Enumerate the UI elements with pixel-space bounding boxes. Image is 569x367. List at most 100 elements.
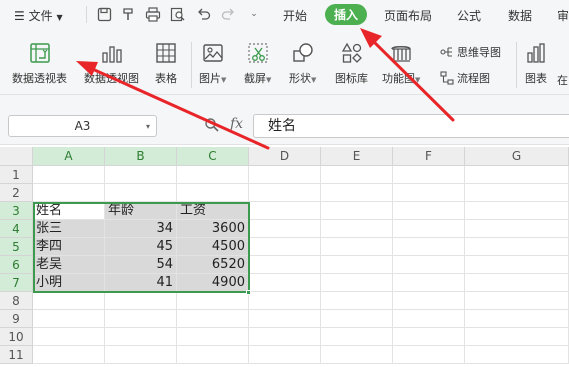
cell-g3[interactable] <box>465 202 569 220</box>
cell-c4[interactable]: 3600 <box>177 220 249 238</box>
cell-b10[interactable] <box>105 328 177 346</box>
cell-d5[interactable] <box>249 238 321 256</box>
cell-d6[interactable] <box>249 256 321 274</box>
cell-g10[interactable] <box>465 328 569 346</box>
cell-a2[interactable] <box>33 184 105 202</box>
pivot-table-button[interactable]: 数据透视表 <box>12 41 67 86</box>
cell-a8[interactable] <box>33 292 105 310</box>
more-chevron-icon[interactable]: ⌄ <box>244 4 264 24</box>
cell-b1[interactable] <box>105 166 177 184</box>
cell-a3[interactable]: 姓名 <box>33 202 105 220</box>
row-header-6[interactable]: 6 <box>0 256 33 274</box>
cell-a10[interactable] <box>33 328 105 346</box>
cell-a6[interactable]: 老吴 <box>33 256 105 274</box>
tab-insert[interactable]: 插入 <box>325 4 367 25</box>
pivot-chart-button[interactable]: 数据透视图 <box>84 41 139 86</box>
cell-g2[interactable] <box>465 184 569 202</box>
cell-e3[interactable] <box>321 202 393 220</box>
zoom-icon[interactable] <box>204 117 220 136</box>
file-menu[interactable]: ☰ 文件 ▼ <box>14 7 63 24</box>
cell-a4[interactable]: 张三 <box>33 220 105 238</box>
cell-c7[interactable]: 4900 <box>177 274 249 292</box>
cell-b11[interactable] <box>105 346 177 364</box>
cell-d10[interactable] <box>249 328 321 346</box>
column-header-g[interactable]: G <box>465 147 569 166</box>
cell-d7[interactable] <box>249 274 321 292</box>
cell-f4[interactable] <box>393 220 465 238</box>
row-header-5[interactable]: 5 <box>0 238 33 256</box>
cell-b2[interactable] <box>105 184 177 202</box>
cell-f3[interactable] <box>393 202 465 220</box>
cell-a11[interactable] <box>33 346 105 364</box>
cell-c2[interactable] <box>177 184 249 202</box>
cell-e8[interactable] <box>321 292 393 310</box>
cell-g6[interactable] <box>465 256 569 274</box>
cell-f8[interactable] <box>393 292 465 310</box>
undo-icon[interactable] <box>193 4 213 24</box>
cell-d4[interactable] <box>249 220 321 238</box>
cell-e11[interactable] <box>321 346 393 364</box>
print-icon[interactable] <box>143 4 163 24</box>
cell-b8[interactable] <box>105 292 177 310</box>
cell-e6[interactable] <box>321 256 393 274</box>
cell-g7[interactable] <box>465 274 569 292</box>
cell-c5[interactable]: 4500 <box>177 238 249 256</box>
save-icon[interactable] <box>94 4 114 24</box>
tab-formulas[interactable]: 公式 <box>457 7 481 24</box>
cell-c3[interactable]: 工资 <box>177 202 249 220</box>
cell-a1[interactable] <box>33 166 105 184</box>
cell-b3[interactable]: 年龄 <box>105 202 177 220</box>
cell-a9[interactable] <box>33 310 105 328</box>
table-button[interactable]: 表格 <box>154 41 178 86</box>
formula-input[interactable]: 姓名 <box>253 114 569 138</box>
row-header-2[interactable]: 2 <box>0 184 33 202</box>
tab-data[interactable]: 数据 <box>508 7 532 24</box>
cell-e5[interactable] <box>321 238 393 256</box>
cell-d1[interactable] <box>249 166 321 184</box>
cell-d8[interactable] <box>249 292 321 310</box>
row-header-10[interactable]: 10 <box>0 328 33 346</box>
fx-icon[interactable]: fx <box>230 116 243 132</box>
name-box-chevron-icon[interactable]: ▾ <box>146 122 150 131</box>
flowchart-button[interactable]: 流程图 <box>440 70 490 86</box>
cell-g11[interactable] <box>465 346 569 364</box>
cell-e9[interactable] <box>321 310 393 328</box>
column-header-a[interactable]: A <box>33 147 105 166</box>
cell-b4[interactable]: 34 <box>105 220 177 238</box>
tab-home[interactable]: 开始 <box>283 7 307 24</box>
cell-b9[interactable] <box>105 310 177 328</box>
row-header-7[interactable]: 7 <box>0 274 33 292</box>
row-header-11[interactable]: 11 <box>0 346 33 364</box>
cell-g1[interactable] <box>465 166 569 184</box>
cell-b7[interactable]: 41 <box>105 274 177 292</box>
cell-f9[interactable] <box>393 310 465 328</box>
cell-a7[interactable]: 小明 <box>33 274 105 292</box>
cell-f11[interactable] <box>393 346 465 364</box>
cell-c8[interactable] <box>177 292 249 310</box>
cell-f7[interactable] <box>393 274 465 292</box>
cell-f1[interactable] <box>393 166 465 184</box>
tab-review[interactable]: 审 <box>557 7 569 24</box>
chart-button[interactable]: 图表 <box>524 41 548 86</box>
column-header-c[interactable]: C <box>177 147 249 166</box>
cell-d3[interactable] <box>249 202 321 220</box>
cell-b5[interactable]: 45 <box>105 238 177 256</box>
cell-f2[interactable] <box>393 184 465 202</box>
tab-page-layout[interactable]: 页面布局 <box>384 7 432 24</box>
cell-c9[interactable] <box>177 310 249 328</box>
cell-g9[interactable] <box>465 310 569 328</box>
cell-c10[interactable] <box>177 328 249 346</box>
cell-g4[interactable] <box>465 220 569 238</box>
column-header-e[interactable]: E <box>321 147 393 166</box>
cell-f10[interactable] <box>393 328 465 346</box>
cell-e7[interactable] <box>321 274 393 292</box>
cell-f5[interactable] <box>393 238 465 256</box>
select-all-corner[interactable] <box>0 147 33 166</box>
shapes-button[interactable]: 形状▼ <box>289 41 316 86</box>
row-header-4[interactable]: 4 <box>0 220 33 238</box>
format-painter-icon[interactable] <box>118 4 138 24</box>
cell-e4[interactable] <box>321 220 393 238</box>
mind-map-button[interactable]: 思维导图 <box>440 44 501 60</box>
row-header-1[interactable]: 1 <box>0 166 33 184</box>
row-header-3[interactable]: 3 <box>0 202 33 220</box>
